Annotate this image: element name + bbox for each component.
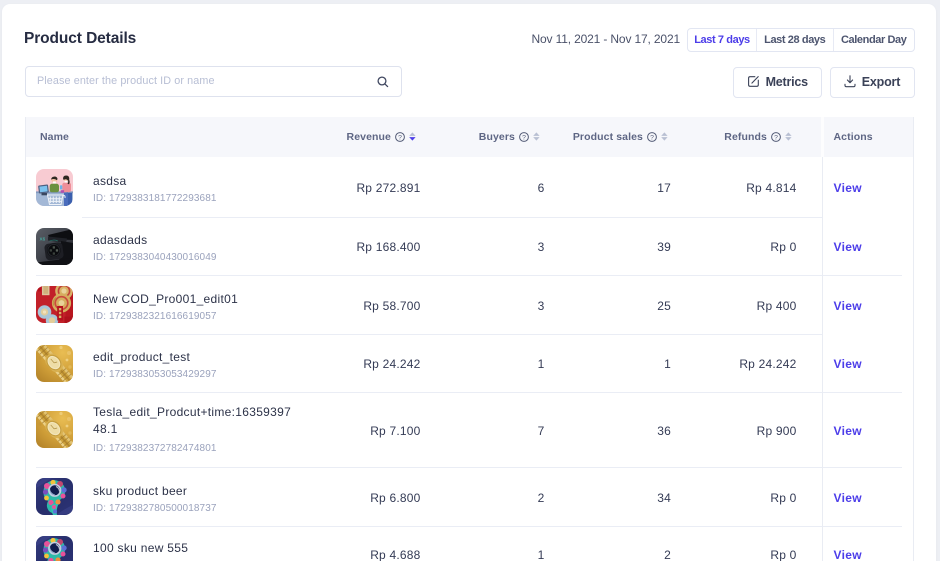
svg-text:?: ? (398, 134, 402, 141)
svg-text:?: ? (774, 134, 778, 141)
svg-text:?: ? (650, 134, 654, 141)
svg-text:?: ? (522, 134, 526, 141)
svg-text:X6: X6 (40, 236, 46, 241)
